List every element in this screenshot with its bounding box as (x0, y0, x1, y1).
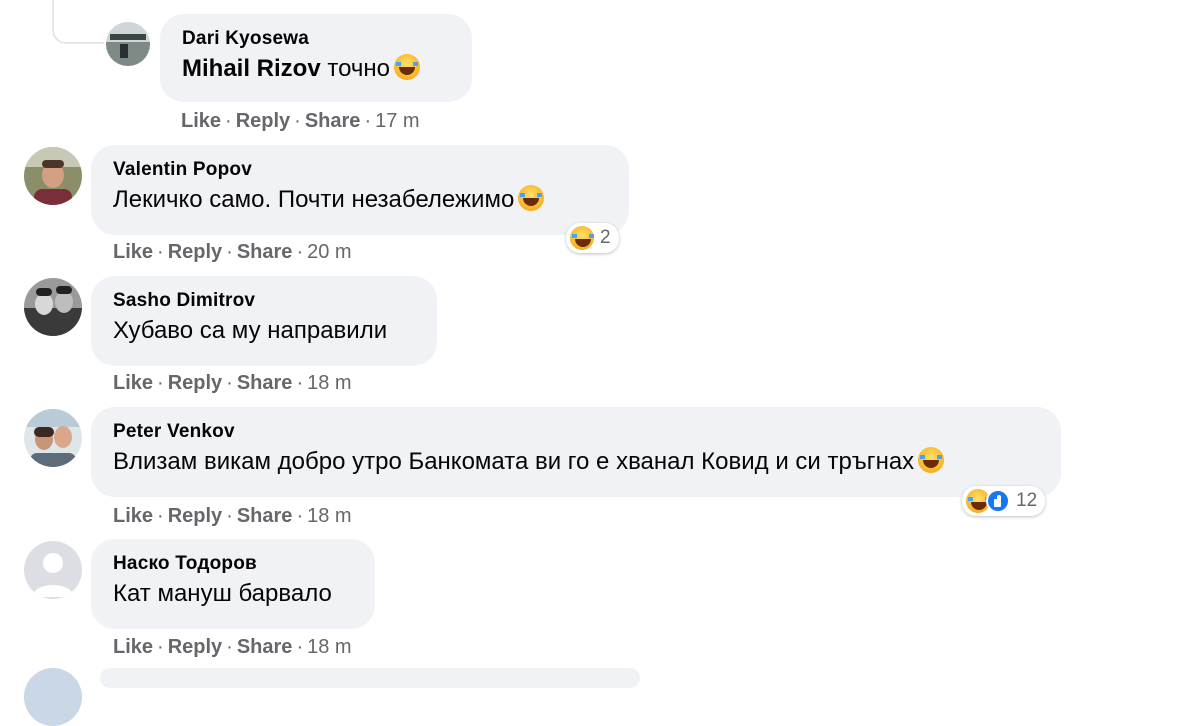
mention-link[interactable]: Mihail Rizov (182, 55, 321, 82)
comment-bubble: Peter Venkov Влизам викам добро утро Бан… (91, 407, 1061, 497)
avatar[interactable] (24, 147, 82, 205)
reply-thread-connector (52, 0, 104, 44)
comment-author[interactable]: Наско Тодоров (113, 553, 353, 575)
like-link[interactable]: Like (113, 636, 153, 658)
comment-timestamp[interactable]: 17 m (375, 110, 419, 132)
avatar[interactable] (24, 278, 82, 336)
avatar[interactable] (24, 541, 82, 599)
reply-link[interactable]: Reply (168, 372, 222, 394)
user-photo-icon (24, 147, 82, 205)
reaction-summary[interactable]: 12 (962, 486, 1046, 516)
share-link[interactable]: Share (237, 372, 293, 394)
user-photo-icon (24, 409, 82, 467)
comment-text: Mihail Rizov точно (182, 53, 450, 85)
comment-timestamp[interactable]: 18 m (307, 372, 351, 394)
comment-author[interactable]: Dari Kyosewa (182, 28, 450, 50)
comment-text: Влизам викам добро утро Банкомата ви го … (113, 446, 1039, 478)
like-link[interactable]: Like (181, 110, 221, 132)
reaction-summary[interactable]: 2 (566, 223, 619, 253)
user-photo-icon (24, 278, 82, 336)
default-avatar-icon (24, 541, 82, 599)
like-link[interactable]: Like (113, 505, 153, 527)
share-link[interactable]: Share (237, 505, 293, 527)
reply-link[interactable]: Reply (236, 110, 290, 132)
laughing-emoji-icon (394, 54, 421, 80)
comment-author[interactable]: Valentin Popov (113, 159, 607, 181)
user-photo-icon (106, 22, 150, 66)
comment-text: Хубаво са му направили (113, 317, 388, 344)
reaction-count: 2 (600, 227, 611, 248)
haha-icon (570, 226, 594, 250)
comment-bubble: Valentin Popov Лекичко само. Почти незаб… (91, 145, 629, 235)
laughing-emoji-icon (518, 185, 545, 211)
comment-actions: Like · Reply · Share · 18 m (113, 505, 352, 527)
comment-timestamp[interactable]: 20 m (307, 241, 351, 263)
comment-text: Лекичко само. Почти незабележимо (113, 184, 607, 216)
comment-actions: Like · Reply · Share · 18 m (113, 636, 352, 658)
comment-timestamp[interactable]: 18 m (307, 505, 351, 527)
reaction-count: 12 (1016, 490, 1038, 511)
reply-link[interactable]: Reply (168, 636, 222, 658)
comment-bubble: Sasho Dimitrov Хубаво са му направили (91, 276, 437, 366)
share-link[interactable]: Share (237, 241, 293, 263)
like-icon (986, 489, 1010, 513)
reply-link[interactable]: Reply (168, 505, 222, 527)
share-link[interactable]: Share (237, 636, 293, 658)
next-comment-bubble (100, 668, 640, 688)
avatar[interactable] (106, 22, 150, 66)
laughing-emoji-icon (918, 447, 945, 473)
reply-link[interactable]: Reply (168, 241, 222, 263)
comment-actions: Like · Reply · Share · 20 m (113, 241, 352, 263)
avatar[interactable] (24, 409, 82, 467)
like-link[interactable]: Like (113, 241, 153, 263)
comment-actions: Like · Reply · Share · 18 m (113, 372, 352, 394)
comment-author[interactable]: Peter Venkov (113, 421, 1039, 443)
share-link[interactable]: Share (305, 110, 361, 132)
comment-timestamp[interactable]: 18 m (307, 636, 351, 658)
comment-bubble: Dari Kyosewa Mihail Rizov точно (160, 14, 472, 102)
next-comment-avatar (24, 668, 82, 726)
comment-actions: Like · Reply · Share · 17 m (181, 110, 420, 132)
comment-bubble: Наско Тодоров Кат мануш барвало (91, 539, 375, 629)
comment-text: Кат мануш барвало (113, 580, 332, 607)
comment-author[interactable]: Sasho Dimitrov (113, 290, 415, 312)
like-link[interactable]: Like (113, 372, 153, 394)
